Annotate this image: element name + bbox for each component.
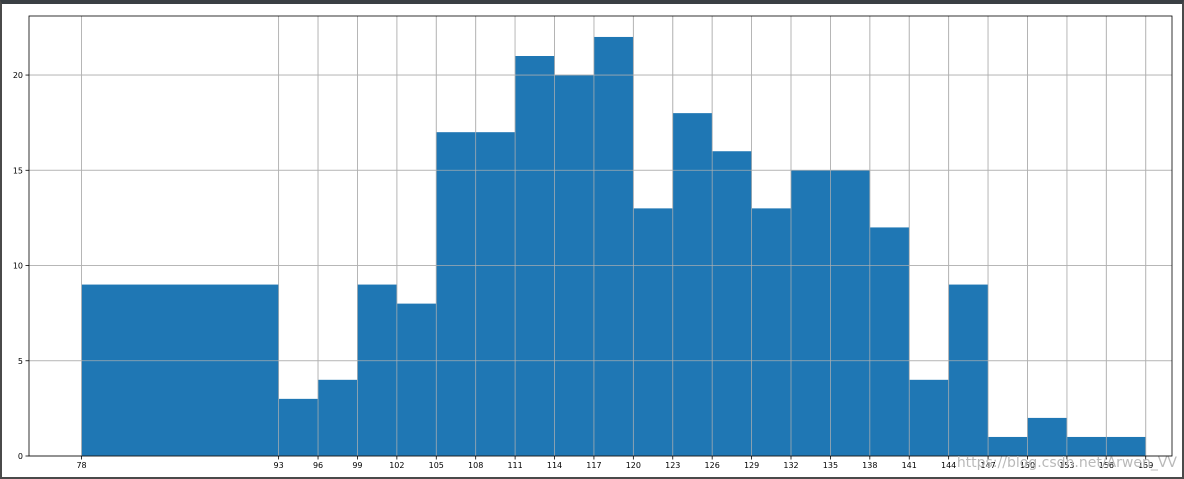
histogram-bar bbox=[593, 36, 634, 456]
histogram-bar bbox=[948, 284, 989, 456]
histogram-bar bbox=[909, 379, 949, 456]
x-tick-label: 99 bbox=[352, 461, 362, 470]
x-tick-label: 105 bbox=[429, 461, 444, 470]
histogram-bar bbox=[396, 303, 437, 456]
x-tick-label: 135 bbox=[823, 461, 838, 470]
y-tick-label: 15 bbox=[13, 166, 23, 175]
x-tick-label: 132 bbox=[783, 461, 798, 470]
histogram-bar bbox=[988, 436, 1028, 456]
y-tick-label: 0 bbox=[18, 452, 23, 461]
histogram-bar bbox=[1027, 417, 1067, 456]
histogram-bar bbox=[278, 398, 319, 456]
x-tick-label: 120 bbox=[626, 461, 641, 470]
histogram-bar bbox=[751, 208, 791, 456]
x-tick-label: 96 bbox=[313, 461, 323, 470]
x-tick-label: 123 bbox=[665, 461, 680, 470]
histogram-bar bbox=[475, 132, 516, 456]
x-tick-label: 141 bbox=[902, 461, 917, 470]
x-tick-label: 78 bbox=[76, 461, 86, 470]
x-tick-label: 144 bbox=[941, 461, 956, 470]
x-tick-label: 126 bbox=[705, 461, 720, 470]
histogram-bar bbox=[830, 170, 870, 457]
x-tick-label: 108 bbox=[468, 461, 483, 470]
histogram-chart: 78 93 96 99 102 105 108 111 114 117 120 123 126 129 13… bbox=[13, 15, 1178, 471]
histogram-bar bbox=[436, 132, 476, 456]
y-tick-label: 20 bbox=[13, 71, 23, 80]
y-tick-label: 5 bbox=[18, 357, 23, 366]
histogram-bar bbox=[791, 170, 831, 457]
x-tick-label: 111 bbox=[507, 461, 522, 470]
histogram-bar bbox=[1066, 436, 1107, 456]
histogram-bar bbox=[357, 284, 397, 456]
x-tick-label: 117 bbox=[586, 461, 601, 470]
histogram-bar bbox=[672, 113, 713, 457]
histogram-bar bbox=[712, 151, 752, 456]
x-tick-label: 114 bbox=[547, 461, 562, 470]
histogram-bar bbox=[318, 379, 358, 456]
x-tick-label: 129 bbox=[744, 461, 759, 470]
histogram-bar bbox=[81, 284, 279, 456]
histogram-bar bbox=[633, 208, 673, 456]
histogram-bar bbox=[869, 227, 910, 456]
x-tick-label: 138 bbox=[862, 461, 877, 470]
x-tick-label: 102 bbox=[389, 461, 404, 470]
histogram-bar bbox=[515, 56, 555, 456]
x-tick-label: 93 bbox=[274, 461, 284, 470]
histogram-bar bbox=[1106, 436, 1146, 456]
watermark-text: https://blog.csdn.net/Arwen_VV bbox=[957, 455, 1178, 471]
y-tick-label: 10 bbox=[13, 262, 23, 271]
